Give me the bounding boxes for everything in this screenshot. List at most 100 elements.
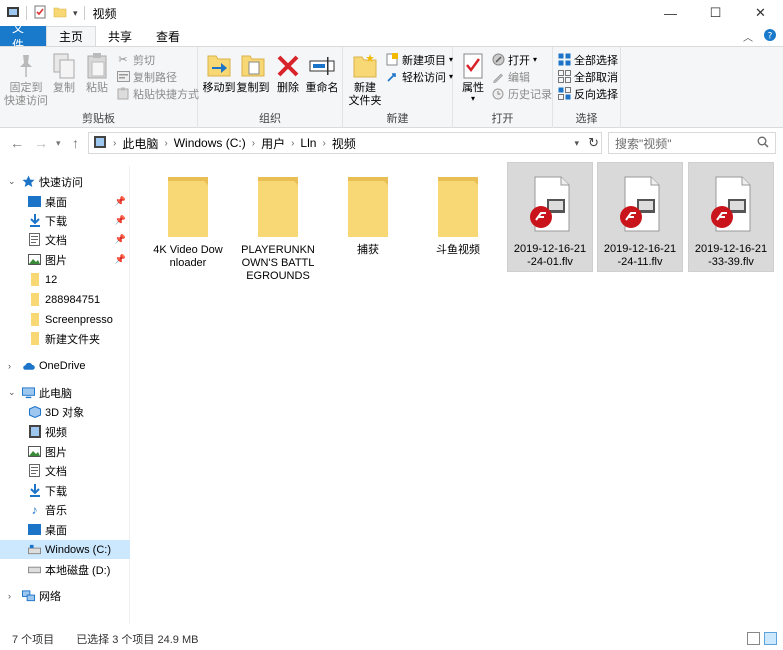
nav-qa-downloads[interactable]: 下载 📌: [0, 211, 130, 230]
file-item-folder[interactable]: 4K Video Downloader: [149, 164, 227, 270]
help-icon[interactable]: ?: [763, 28, 777, 45]
title-bar: ▾ 视频 — ☐ ✕: [0, 0, 783, 26]
nav-pc-pictures[interactable]: 图片: [0, 442, 130, 461]
nav-pc-downloads[interactable]: 下载: [0, 481, 130, 500]
search-input[interactable]: 搜索"视频": [608, 132, 776, 154]
chevron-up-icon[interactable]: ︿: [743, 29, 753, 44]
history-button[interactable]: 历史记录: [491, 85, 552, 102]
large-icons-view-icon[interactable]: [764, 632, 777, 645]
recent-locations-chevron-icon[interactable]: ▾: [56, 138, 61, 149]
nav-this-pc[interactable]: ⌄ 此电脑: [0, 383, 130, 402]
delete-x-icon: [273, 51, 303, 81]
svg-text:?: ?: [768, 32, 773, 42]
nav-pc-desktop[interactable]: 桌面: [0, 520, 130, 539]
ribbon-tabs: 文件 主页 共享 查看 ︿ ?: [0, 21, 783, 52]
nav-qa-documents[interactable]: 文档 📌: [0, 230, 130, 249]
pin-quick-access-button[interactable]: 固定到 快速访问: [4, 51, 48, 108]
breadcrumb-users[interactable]: 用户: [261, 135, 285, 152]
refresh-icon[interactable]: ↻: [588, 135, 599, 151]
address-dropdown-chevron-icon[interactable]: ▾: [574, 138, 579, 149]
close-button[interactable]: ✕: [738, 0, 783, 26]
address-bar[interactable]: › 此电脑 › Windows (C:) › 用户 › Lln › 视频 ▾ ↻: [88, 132, 602, 154]
chevron-down-icon: ⌄: [8, 176, 16, 186]
chevron-right-icon: ›: [8, 360, 11, 371]
file-item-flv[interactable]: 2019-12-16-21-33-39.flv: [688, 162, 774, 272]
breadcrumb-videos[interactable]: 视频: [332, 135, 356, 152]
select-group: 全部选择 全部取消 反向选择 选择: [553, 47, 621, 128]
file-item-folder[interactable]: 捕获: [329, 164, 407, 257]
new-item-button[interactable]: 新建项目 ▾: [385, 51, 453, 68]
select-none-button[interactable]: 全部取消: [557, 68, 618, 85]
minimize-button[interactable]: —: [648, 0, 693, 26]
pin-icon: 📌: [114, 254, 126, 264]
search-icon: [757, 136, 769, 151]
invert-selection-button[interactable]: 反向选择: [557, 85, 618, 102]
file-item-flv[interactable]: 2019-12-16-21-24-01.flv: [507, 162, 593, 272]
tab-file[interactable]: 文件: [0, 21, 46, 52]
cut-button[interactable]: ✂ 剪切: [116, 51, 155, 68]
paste-button[interactable]: 粘贴: [80, 51, 114, 95]
file-item-folder[interactable]: PLAYERUNKNOWN'S BATTLEGROUNDS: [239, 164, 317, 283]
move-to-button[interactable]: 移动到: [202, 51, 236, 95]
open-button[interactable]: 打开 ▾: [491, 51, 537, 68]
picture-icon: [28, 253, 41, 266]
nav-onedrive[interactable]: › OneDrive: [0, 356, 130, 375]
forward-arrow-icon[interactable]: →: [34, 135, 48, 151]
new-folder-big-icon: [350, 51, 380, 81]
file-item-flv[interactable]: 2019-12-16-21-24-11.flv: [597, 162, 683, 272]
details-view-icon[interactable]: [747, 632, 760, 645]
easy-access-button[interactable]: 轻松访问 ▾: [385, 68, 453, 85]
properties-icon[interactable]: [33, 5, 47, 22]
tab-share[interactable]: 共享: [96, 26, 144, 46]
maximize-button[interactable]: ☐: [693, 0, 738, 26]
edit-button[interactable]: 编辑: [491, 68, 530, 85]
select-all-button[interactable]: 全部选择: [557, 51, 618, 68]
chevron-down-icon: ⌄: [8, 387, 16, 397]
paste-icon: [82, 51, 112, 81]
nav-pc-documents[interactable]: 文档: [0, 461, 130, 480]
new-folder-button[interactable]: 新建 文件夹: [347, 51, 383, 108]
music-note-icon: ♪: [31, 502, 38, 517]
download-arrow-icon: [28, 484, 41, 497]
copy-to-button[interactable]: 复制到: [236, 51, 270, 95]
copy-button[interactable]: 复制: [48, 51, 80, 95]
nav-qa-desktop[interactable]: 桌面 📌: [0, 192, 130, 211]
nav-pc-c-drive[interactable]: Windows (C:): [0, 540, 130, 559]
nav-network[interactable]: › 网络: [0, 586, 130, 605]
nav-qa-folder-screenpresso[interactable]: Screenpresso: [0, 310, 130, 329]
new-folder-icon[interactable]: [53, 5, 67, 22]
nav-pc-3d-objects[interactable]: 3D 对象: [0, 402, 130, 421]
breadcrumb-c-drive[interactable]: Windows (C:): [174, 136, 246, 150]
nav-pc-videos[interactable]: 视频: [0, 422, 130, 441]
paste-shortcut-button[interactable]: 粘贴快捷方式: [116, 85, 199, 102]
desktop-icon: [28, 523, 41, 536]
nav-pc-d-drive[interactable]: 本地磁盘 (D:): [0, 560, 130, 579]
nav-qa-folder-288984751[interactable]: 288984751: [0, 290, 130, 309]
properties-check-icon: [458, 51, 488, 81]
copy-icon: [49, 51, 79, 81]
folder-icon: [427, 170, 489, 240]
item-count: 7 个项目: [12, 634, 55, 646]
nav-qa-pictures[interactable]: 图片 📌: [0, 250, 130, 269]
rename-button[interactable]: 重命名: [304, 51, 340, 95]
edit-pencil-icon: [491, 70, 505, 84]
tab-view[interactable]: 查看: [144, 26, 192, 46]
tab-home[interactable]: 主页: [46, 26, 97, 46]
nav-quick-access[interactable]: ⌄ 快速访问: [0, 172, 130, 191]
copy-path-button[interactable]: 复制路径: [116, 68, 177, 85]
back-arrow-icon[interactable]: ←: [10, 135, 24, 151]
nav-qa-folder-12[interactable]: 12: [0, 270, 130, 289]
file-item-folder[interactable]: 斗鱼视频: [419, 164, 497, 257]
new-group: 新建 文件夹 新建项目 ▾ 轻松访问 ▾ 新建: [343, 47, 453, 128]
picture-icon: [28, 445, 41, 458]
scissors-icon: ✂: [118, 54, 128, 66]
up-arrow-icon[interactable]: ↑: [72, 135, 79, 151]
nav-pc-music[interactable]: ♪ 音乐: [0, 500, 130, 519]
properties-button[interactable]: 属性 ▾: [457, 51, 489, 103]
chevron-down-icon[interactable]: ▾: [73, 8, 78, 19]
breadcrumb-user[interactable]: Lln: [300, 136, 316, 150]
breadcrumb-this-pc[interactable]: 此电脑: [122, 135, 158, 152]
delete-button[interactable]: 删除: [274, 51, 302, 95]
nav-qa-folder-new[interactable]: 新建文件夹: [0, 329, 130, 348]
file-list-view: 4K Video Downloader PLAYERUNKNOWN'S BATT…: [131, 158, 783, 624]
